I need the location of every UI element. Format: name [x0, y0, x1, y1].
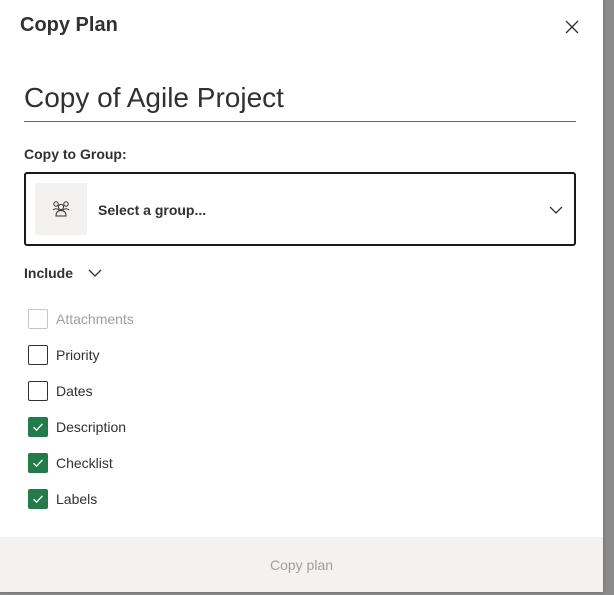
option-description[interactable]: Description	[28, 417, 126, 437]
plan-name-input[interactable]	[24, 80, 576, 122]
include-label: Include	[24, 265, 74, 281]
group-icon	[52, 201, 70, 217]
labels-checkbox[interactable]	[28, 489, 48, 509]
option-dates[interactable]: Dates	[28, 381, 93, 401]
dialog-title: Copy Plan	[20, 14, 118, 36]
dialog-footer: Copy plan	[0, 537, 603, 592]
checkmark-icon	[33, 495, 43, 504]
option-priority[interactable]: Priority	[28, 345, 100, 365]
copy-plan-button[interactable]: Copy plan	[0, 537, 603, 592]
checklist-label: Checklist	[56, 455, 113, 471]
description-checkbox[interactable]	[28, 417, 48, 437]
dates-checkbox[interactable]	[28, 381, 48, 401]
labels-label: Labels	[56, 491, 98, 507]
option-checklist[interactable]: Checklist	[28, 453, 113, 473]
copy-to-group-label: Copy to Group:	[24, 146, 127, 162]
priority-checkbox[interactable]	[28, 345, 48, 365]
group-icon-container	[35, 183, 87, 235]
chevron-down-icon	[549, 206, 563, 214]
option-labels[interactable]: Labels	[28, 489, 97, 509]
group-dropdown[interactable]: Select a group...	[24, 172, 576, 246]
checkmark-icon	[33, 423, 43, 432]
option-attachments: Attachments	[28, 309, 134, 329]
chevron-down-icon	[88, 269, 102, 277]
close-button[interactable]	[560, 15, 584, 39]
priority-label: Priority	[56, 347, 100, 363]
group-placeholder: Select a group...	[98, 202, 207, 218]
include-toggle[interactable]: Include	[24, 262, 103, 284]
checklist-checkbox[interactable]	[28, 453, 48, 473]
attachments-label: Attachments	[56, 311, 134, 327]
description-label: Description	[56, 419, 127, 435]
close-icon	[565, 20, 579, 34]
checkmark-icon	[33, 459, 43, 468]
attachments-checkbox	[28, 309, 48, 329]
dates-label: Dates	[56, 383, 93, 399]
copy-plan-dialog: Copy Plan Copy to Group: Select a group.…	[0, 0, 603, 592]
